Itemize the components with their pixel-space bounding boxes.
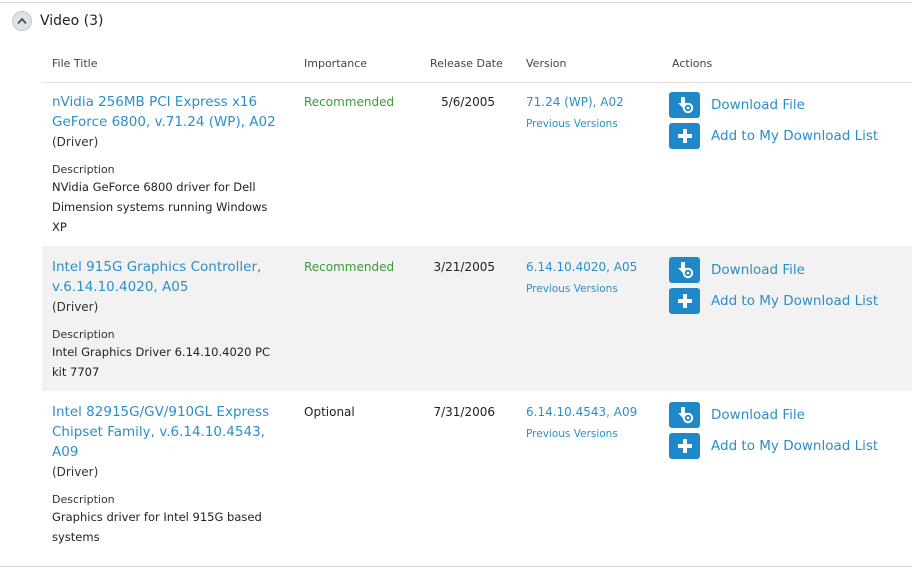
- plus-icon: [669, 288, 700, 314]
- version-link[interactable]: 6.14.10.4543, A09: [526, 405, 637, 419]
- previous-versions-link[interactable]: Previous Versions: [526, 118, 618, 130]
- download-file-label: Download File: [711, 407, 805, 423]
- download-file-button[interactable]: Download File: [669, 92, 805, 118]
- add-to-download-list-label: Add to My Download List: [711, 293, 879, 309]
- collapse-section-button[interactable]: [12, 11, 32, 31]
- file-title-link[interactable]: Intel 82915G/GV/910GL Express Chipset Fa…: [52, 402, 292, 462]
- table-row: nVidia 256MB PCI Express x16 GeForce 680…: [42, 83, 912, 246]
- importance-value: Recommended: [304, 260, 395, 274]
- top-divider: [0, 2, 912, 3]
- importance-value: Recommended: [304, 95, 395, 109]
- description-text: Graphics driver for Intel 915G based sys…: [52, 510, 262, 544]
- download-file-button[interactable]: Download File: [669, 402, 805, 428]
- version-link[interactable]: 71.24 (WP), A02: [526, 95, 624, 109]
- description-label: Description: [52, 163, 115, 176]
- table-row: Intel 82915G/GV/910GL Express Chipset Fa…: [42, 391, 912, 565]
- release-date: 7/31/2006: [433, 405, 495, 419]
- previous-versions-link[interactable]: Previous Versions: [526, 283, 618, 295]
- plus-icon: [669, 123, 700, 149]
- section-title: Video (3): [40, 13, 104, 29]
- column-header-file-title: File Title: [52, 57, 98, 70]
- file-type: (Driver): [52, 465, 99, 479]
- version-link[interactable]: 6.14.10.4020, A05: [526, 260, 637, 274]
- chevron-up-icon: [17, 17, 27, 25]
- file-type: (Driver): [52, 300, 99, 314]
- file-type: (Driver): [52, 135, 99, 149]
- description-text: NVidia GeForce 6800 driver for Dell Dime…: [52, 180, 268, 234]
- release-date: 5/6/2005: [441, 95, 495, 109]
- description-text: Intel Graphics Driver 6.14.10.4020 PC ki…: [52, 345, 271, 379]
- download-file-button[interactable]: Download File: [669, 257, 805, 283]
- video-section-header: Video (3): [12, 10, 104, 32]
- table-row: Intel 915G Graphics Controller, v.6.14.1…: [42, 246, 912, 391]
- download-file-label: Download File: [711, 97, 805, 113]
- release-date: 3/21/2005: [433, 260, 495, 274]
- download-file-label: Download File: [711, 262, 805, 278]
- previous-versions-link[interactable]: Previous Versions: [526, 428, 618, 440]
- description-label: Description: [52, 493, 115, 506]
- column-header-actions: Actions: [672, 57, 713, 70]
- add-to-download-list-label: Add to My Download List: [711, 128, 879, 144]
- add-to-download-list-label: Add to My Download List: [711, 438, 879, 454]
- add-to-download-list-button[interactable]: Add to My Download List: [669, 288, 878, 314]
- add-to-download-list-button[interactable]: Add to My Download List: [669, 123, 878, 149]
- column-header-importance: Importance: [304, 57, 368, 70]
- plus-icon: [669, 433, 700, 459]
- download-file-icon: [669, 92, 700, 118]
- file-title-link[interactable]: Intel 915G Graphics Controller, v.6.14.1…: [52, 257, 292, 297]
- importance-value: Optional: [304, 405, 355, 419]
- column-header-version: Version: [526, 57, 567, 70]
- add-to-download-list-button[interactable]: Add to My Download List: [669, 433, 878, 459]
- download-file-icon: [669, 402, 700, 428]
- bottom-divider: [0, 566, 912, 567]
- download-file-icon: [669, 257, 700, 283]
- description-label: Description: [52, 328, 115, 341]
- column-headers: File Title Importance Release Date Versi…: [0, 57, 912, 71]
- file-title-link[interactable]: nVidia 256MB PCI Express x16 GeForce 680…: [52, 92, 292, 132]
- column-header-release-date: Release Date: [430, 57, 503, 70]
